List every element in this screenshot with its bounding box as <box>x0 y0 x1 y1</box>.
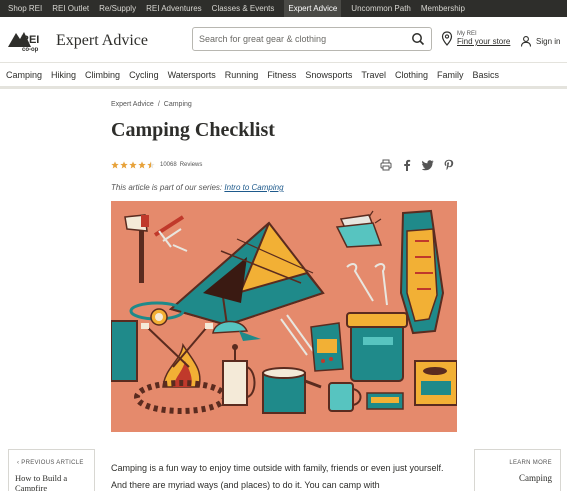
previous-article-label: ‹ PREVIOUS ARTICLE <box>17 460 84 466</box>
utility-link-expert-advice[interactable]: Expert Advice <box>284 0 342 17</box>
utility-link-rei-adventures[interactable]: REI Adventures <box>146 4 202 13</box>
star-rating <box>111 161 156 169</box>
series-note: This article is part of our series: Intr… <box>111 183 284 192</box>
breadcrumb-camping[interactable]: Camping <box>164 101 192 108</box>
utility-link-rei-outlet[interactable]: REI Outlet <box>52 4 89 13</box>
sign-in-label: Sign in <box>536 36 561 46</box>
series-link[interactable]: Intro to Camping <box>224 183 283 192</box>
nav-climbing[interactable]: Climbing <box>85 70 120 80</box>
camping-gear-illustration <box>111 201 457 432</box>
learn-more-card[interactable]: LEARN MORE Camping <box>474 449 561 491</box>
cooler-icon <box>346 312 408 382</box>
nav-camping[interactable]: Camping <box>6 70 42 80</box>
learn-more-label: LEARN MORE <box>509 460 552 466</box>
rating[interactable]: 10068 Reviews <box>111 161 205 169</box>
nav-cycling[interactable]: Cycling <box>129 70 159 80</box>
nav-family[interactable]: Family <box>437 70 464 80</box>
facebook-icon[interactable] <box>401 159 413 171</box>
matches-icon <box>366 392 404 410</box>
nav-basics[interactable]: Basics <box>473 70 500 80</box>
store-locator[interactable]: My REI Find your store <box>441 31 510 47</box>
sign-in-button[interactable]: Sign in <box>520 35 560 47</box>
rei-logo-icon[interactable]: REI co-op <box>7 27 49 53</box>
learn-more-title: Camping <box>519 473 552 483</box>
utility-link-membership[interactable]: Membership <box>421 4 465 13</box>
utility-bar: Shop REI REI Outlet Re/Supply REI Advent… <box>0 0 567 17</box>
utility-link-classes-events[interactable]: Classes & Events <box>212 4 275 13</box>
svg-text:co-op: co-op <box>22 47 39 53</box>
star-icon <box>120 161 128 169</box>
review-label: Reviews <box>179 162 203 168</box>
star-icon <box>111 161 119 169</box>
nav-clothing[interactable]: Clothing <box>395 70 428 80</box>
print-icon[interactable] <box>380 159 392 171</box>
search-input[interactable] <box>199 32 404 46</box>
review-count: 10068 <box>160 162 177 168</box>
utility-link-shop-rei[interactable]: Shop REI <box>8 4 42 13</box>
series-prefix: This article is part of our series: <box>111 183 223 192</box>
utility-link-resupply[interactable]: Re/Supply <box>99 4 136 13</box>
previous-article-title: How to Build a Campfire <box>15 473 68 491</box>
section-brand[interactable]: Expert Advice <box>56 32 148 50</box>
lantern-icon <box>111 320 138 382</box>
breadcrumb: Expert Advice / Camping <box>111 101 192 108</box>
search-box[interactable] <box>192 27 432 51</box>
nav-hiking[interactable]: Hiking <box>51 70 76 80</box>
pinterest-icon[interactable] <box>443 159 455 171</box>
camp-stove-icon <box>414 360 457 406</box>
category-nav: Camping Hiking Climbing Cycling Waterspo… <box>0 63 567 89</box>
previous-article-card[interactable]: ‹ PREVIOUS ARTICLE How to Build a Campfi… <box>8 449 95 491</box>
nav-travel[interactable]: Travel <box>361 70 386 80</box>
nav-fitness[interactable]: Fitness <box>267 70 296 80</box>
search-icon[interactable] <box>411 32 425 46</box>
find-store-link[interactable]: Find your store <box>457 37 510 46</box>
breadcrumb-expert-advice[interactable]: Expert Advice <box>111 101 154 108</box>
star-icon <box>129 161 137 169</box>
nav-watersports[interactable]: Watersports <box>168 70 216 80</box>
nav-snowsports[interactable]: Snowsports <box>305 70 352 80</box>
article-intro: Camping is a fun way to enjoy time outsi… <box>111 463 444 490</box>
user-icon <box>520 36 532 47</box>
share-tools <box>380 159 464 171</box>
svg-text:REI: REI <box>21 34 39 46</box>
nav-running[interactable]: Running <box>225 70 259 80</box>
page-title: Camping Checklist <box>111 119 275 141</box>
food-pouch-icon <box>310 322 344 372</box>
site-header: REI co-op Expert Advice My REI Find your… <box>0 17 567 63</box>
star-half-icon <box>147 161 155 169</box>
location-pin-icon <box>441 31 453 46</box>
twitter-icon[interactable] <box>422 159 434 171</box>
star-icon <box>138 161 146 169</box>
previous-article-label-text: PREVIOUS ARTICLE <box>21 460 84 466</box>
utility-link-uncommon-path[interactable]: Uncommon Path <box>351 4 411 13</box>
hero-image <box>111 201 457 432</box>
